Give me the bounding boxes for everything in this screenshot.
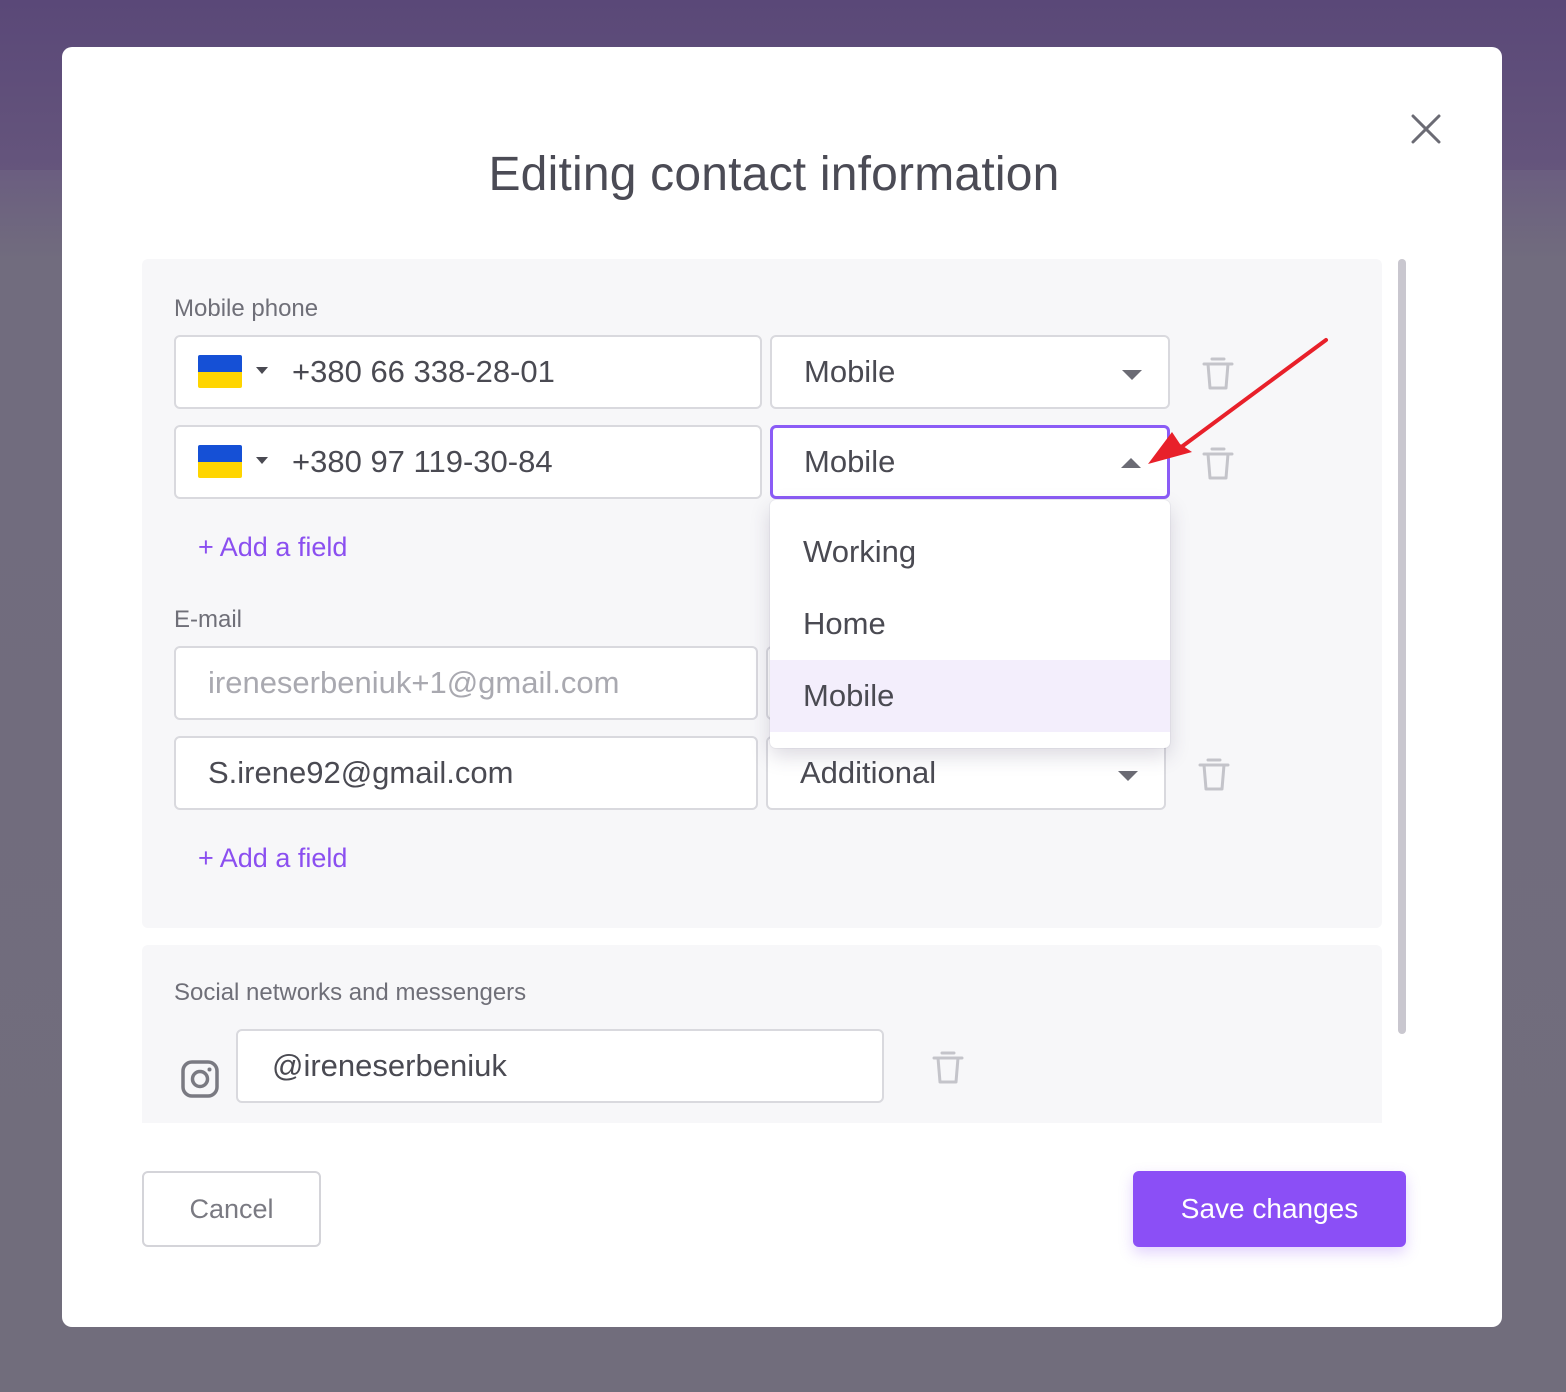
delete-email-2-button[interactable] xyxy=(1194,755,1234,795)
country-caret-icon[interactable] xyxy=(256,367,268,374)
instagram-input[interactable]: @ireneserbeniuk xyxy=(236,1029,884,1103)
email-type-value: Additional xyxy=(800,755,937,790)
flag-ua-icon xyxy=(198,355,242,388)
instagram-icon xyxy=(181,1060,219,1098)
trash-icon xyxy=(1202,357,1234,390)
cancel-button[interactable]: Cancel xyxy=(142,1171,321,1247)
email-input-1[interactable]: ireneserbeniuk+1@gmail.com xyxy=(174,646,758,720)
close-icon xyxy=(1411,114,1441,144)
delete-phone-1-button[interactable] xyxy=(1198,354,1238,394)
phone-type-select-2[interactable]: Mobile xyxy=(770,425,1170,499)
flag-ua-icon xyxy=(198,445,242,478)
dropdown-option-home[interactable]: Home xyxy=(770,588,1170,660)
phone-type-value: Mobile xyxy=(804,354,896,389)
close-button[interactable] xyxy=(1406,109,1446,149)
dropdown-option-working[interactable]: Working xyxy=(770,516,1170,588)
email-value: ireneserbeniuk+1@gmail.com xyxy=(208,665,620,700)
instagram-value: @ireneserbeniuk xyxy=(272,1048,507,1083)
trash-icon xyxy=(932,1051,964,1084)
chevron-down-icon xyxy=(1118,771,1138,781)
modal-title: Editing contact information xyxy=(488,148,1060,201)
trash-icon xyxy=(1202,447,1234,480)
delete-phone-2-button[interactable] xyxy=(1198,444,1238,484)
phone-input-1[interactable]: +380 66 338-28-01 xyxy=(174,335,762,409)
mobile-phone-label: Mobile phone xyxy=(174,295,319,322)
phone-type-select-1[interactable]: Mobile xyxy=(770,335,1170,409)
phone-number: +380 97 119-30-84 xyxy=(292,444,553,479)
scrollbar[interactable] xyxy=(1398,259,1406,1034)
add-email-field-link[interactable]: + Add a field xyxy=(198,843,347,874)
phone-type-value: Mobile xyxy=(804,444,896,479)
form-scroll-area[interactable]: Mobile phone +380 66 338-28-01 Mobile +3… xyxy=(142,259,1392,1123)
add-phone-field-link[interactable]: + Add a field xyxy=(198,532,347,563)
phone-input-2[interactable]: +380 97 119-30-84 xyxy=(174,425,762,499)
email-value: S.irene92@gmail.com xyxy=(208,755,514,790)
email-input-2[interactable]: S.irene92@gmail.com xyxy=(174,736,758,810)
contacts-section: Mobile phone +380 66 338-28-01 Mobile +3… xyxy=(142,259,1382,928)
social-section: Social networks and messengers @ireneser… xyxy=(142,945,1382,1123)
trash-icon xyxy=(1198,758,1230,791)
chevron-up-icon xyxy=(1121,458,1141,468)
phone-number: +380 66 338-28-01 xyxy=(292,354,555,389)
email-label: E-mail xyxy=(174,606,243,633)
delete-instagram-button[interactable] xyxy=(928,1048,968,1088)
phone-type-dropdown-menu: Working Home Mobile xyxy=(770,500,1170,748)
save-changes-button[interactable]: Save changes xyxy=(1133,1171,1406,1247)
chevron-down-icon xyxy=(1122,370,1142,380)
country-caret-icon[interactable] xyxy=(256,457,268,464)
social-label: Social networks and messengers xyxy=(174,979,527,1006)
dropdown-option-mobile[interactable]: Mobile xyxy=(770,660,1170,732)
